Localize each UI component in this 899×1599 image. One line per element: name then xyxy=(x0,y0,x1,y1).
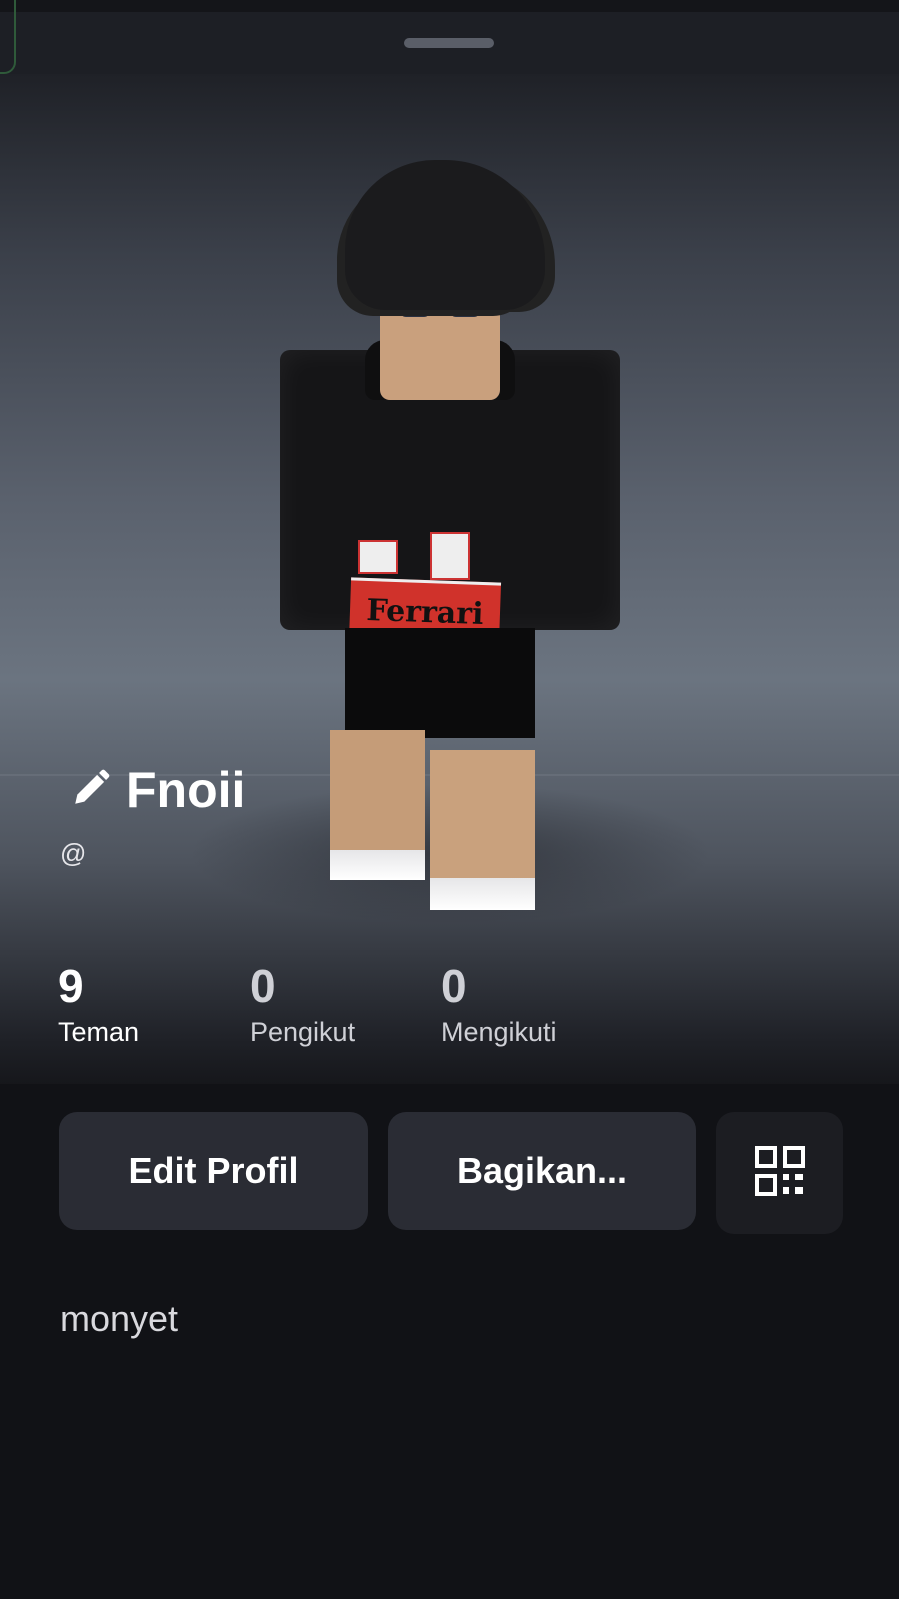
avatar-figure[interactable]: Ferrari xyxy=(270,150,630,910)
shirt-badge-right xyxy=(430,532,470,580)
qr-code-icon xyxy=(754,1145,806,1201)
stat-label: Teman xyxy=(58,1017,140,1047)
username-handle: @ xyxy=(60,838,87,868)
edit-profile-button[interactable]: Edit Profil xyxy=(59,1112,368,1230)
share-button[interactable]: Bagikan... xyxy=(388,1112,696,1230)
pencil-icon[interactable] xyxy=(70,767,112,813)
avatar-hair xyxy=(345,160,545,310)
avatar-leg-right xyxy=(430,750,535,910)
shirt-logo-text: Ferrari xyxy=(365,592,485,632)
stat-value: 0 xyxy=(441,960,467,1012)
stat-label: Mengikuti xyxy=(441,1017,557,1047)
stat-friends[interactable]: 9 Teman xyxy=(58,960,139,1052)
avatar-leg-left xyxy=(330,730,425,880)
qr-code-button[interactable] xyxy=(716,1112,843,1234)
sheet-drag-handle[interactable] xyxy=(404,38,494,48)
stat-following[interactable]: 0 Mengikuti xyxy=(441,960,557,1052)
profile-bio: monyet xyxy=(60,1298,179,1339)
stat-value: 9 xyxy=(58,960,84,1012)
stats-row: 9 Teman 0 Pengikut 0 Mengikuti xyxy=(58,960,858,1060)
shirt-badge-left xyxy=(358,540,398,574)
status-strip xyxy=(0,0,899,12)
display-name: Fnoii xyxy=(126,762,246,818)
stat-followers[interactable]: 0 Pengikut xyxy=(250,960,355,1052)
stat-value: 0 xyxy=(250,960,276,1012)
display-name-row[interactable]: Fnoii xyxy=(70,760,245,820)
corner-accent xyxy=(0,0,16,74)
sheet-header xyxy=(0,0,899,74)
avatar-shorts xyxy=(345,628,535,738)
stat-label: Pengikut xyxy=(250,1017,356,1047)
